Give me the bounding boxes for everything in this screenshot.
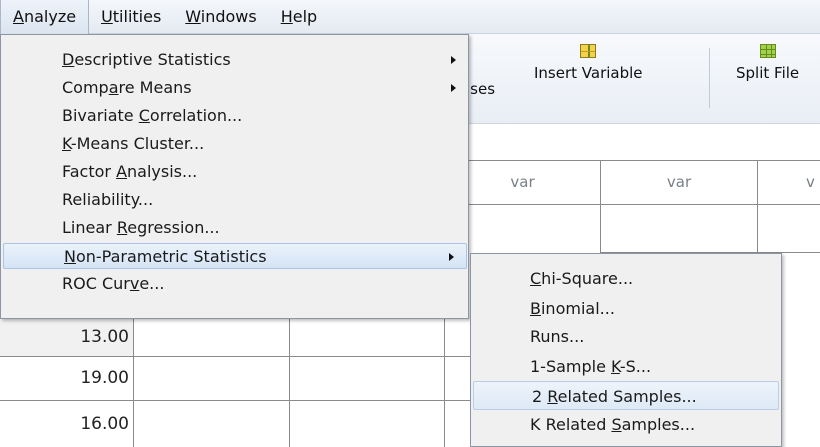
menu-item-accel: A [116, 162, 128, 181]
menu-item-text: Bivariate [62, 106, 139, 125]
menu-item-accel: C [530, 269, 542, 288]
menu-windows-label: indows [200, 6, 257, 26]
menu-item-accel: B [530, 299, 541, 318]
menu-help[interactable]: Help [269, 0, 329, 34]
toolbar-separator [709, 48, 710, 108]
menu-item-text: re Means [118, 78, 192, 97]
grid-line [289, 318, 290, 447]
menu-windows-accel: W [185, 6, 201, 26]
menu-utilities-accel: U [101, 6, 113, 26]
insert-variable-icon [580, 44, 597, 58]
column-header-label: var [666, 173, 692, 191]
analyze-menu: Descriptive Statistics Compare Means Biv… [0, 34, 469, 319]
menu-item-text: K Related [530, 415, 612, 434]
menu-item-text: Linear [62, 218, 117, 237]
column-header-var-2[interactable]: var [600, 160, 757, 204]
menu-item-accel: N [64, 247, 76, 266]
submenu-item-runs[interactable]: Runs... [472, 322, 780, 351]
grid-line [757, 204, 758, 254]
menu-utilities[interactable]: Utilities [89, 0, 173, 34]
menu-item-text: orrelation... [149, 106, 243, 125]
insert-variable-label: Insert Variable [534, 64, 643, 82]
submenu-item-k-related-samples[interactable]: K Related Samples... [472, 410, 780, 439]
grid-line [444, 204, 820, 205]
submenu-item-binomial[interactable]: Binomial... [472, 294, 780, 323]
menu-item-accel: C [138, 106, 150, 125]
menu-analyze[interactable]: Analyze [0, 0, 90, 34]
menu-windows[interactable]: Windows [173, 0, 268, 34]
menu-item-text: 1-Sample [530, 357, 612, 376]
menubar: Analyze Utilities Windows Help [0, 0, 820, 34]
menu-item-accel: K [62, 134, 71, 153]
menu-help-accel: H [280, 6, 293, 26]
menu-analyze-label: nalyze [23, 7, 77, 26]
menu-item-text: on-Parametric Statistics [75, 247, 267, 266]
menu-item-accel: R [547, 387, 558, 406]
menu-item-text: -S... [619, 357, 652, 376]
row-value: 16.00 [80, 414, 129, 434]
grid-line [133, 318, 134, 447]
menu-item-text: ROC Cur [62, 274, 130, 293]
menu-item-text: amples... [621, 415, 696, 434]
menu-item-linear-regression[interactable]: Linear Regression... [2, 215, 468, 241]
column-header-label: var [510, 173, 535, 191]
menu-item-text: -Means Cluster... [70, 134, 205, 153]
grid-line [444, 318, 445, 447]
menu-item-text: inomial... [540, 299, 615, 318]
split-file-label: Split File [736, 64, 800, 82]
menu-item-accel: R [116, 218, 128, 237]
menu-item-text: egression... [127, 218, 220, 237]
menu-item-reliability[interactable]: Reliability... [2, 187, 468, 213]
submenu-arrow-icon [451, 84, 456, 92]
split-file-button[interactable]: Split File [736, 44, 799, 82]
menu-item-roc-curve[interactable]: ROC Curve... [2, 271, 468, 297]
menu-item-kmeans-cluster[interactable]: K-Means Cluster... [2, 131, 468, 157]
menu-item-factor-analysis[interactable]: Factor Analysis... [2, 159, 468, 185]
toolbar-cases-button[interactable]: ıses [466, 80, 495, 98]
insert-variable-button[interactable]: Insert Variable [534, 44, 643, 82]
menu-item-descriptive-statistics[interactable]: Descriptive Statistics [2, 47, 468, 73]
menu-item-text: elated Samples... [557, 387, 697, 406]
menu-item-accel: S [611, 415, 622, 434]
toolbar-cases-label: ıses [466, 80, 496, 98]
menu-item-text: nalysis... [127, 162, 198, 181]
grid-line [600, 204, 601, 254]
menu-item-text: e... [139, 274, 165, 293]
submenu-item-chi-square[interactable]: Chi-Square... [472, 264, 780, 293]
column-header-label: v [806, 173, 815, 191]
row-value-cell[interactable]: 16.00 [0, 401, 133, 447]
grid-line [444, 160, 820, 161]
column-header-var-3[interactable]: v [757, 160, 820, 204]
menu-item-bivariate-correlation[interactable]: Bivariate Correlation... [2, 103, 468, 129]
menu-item-text: Comp [62, 78, 109, 97]
menu-item-accel: D [62, 50, 75, 69]
menu-item-compare-means[interactable]: Compare Means [2, 75, 468, 101]
menu-help-label: elp [292, 6, 318, 26]
menu-item-accel: v [129, 274, 140, 293]
menu-item-text: hi-Square... [541, 269, 634, 288]
submenu-arrow-icon [449, 253, 454, 261]
menu-item-text: Reliability... [62, 190, 154, 209]
menu-item-accel: K [611, 357, 620, 376]
menu-item-non-parametric-statistics[interactable]: Non-Parametric Statistics [3, 243, 467, 269]
menu-item-accel: a [108, 78, 119, 97]
row-value: 13.00 [80, 327, 129, 347]
menu-item-text: Factor [62, 162, 117, 181]
menu-item-text: escriptive Statistics [74, 50, 231, 69]
submenu-item-1-sample-ks[interactable]: 1-Sample K-S... [472, 352, 780, 381]
row-value-cell[interactable]: 19.00 [0, 357, 133, 400]
non-parametric-submenu: Chi-Square... Binomial... Runs... 1-Samp… [470, 253, 782, 447]
menu-item-text: 2 [532, 387, 548, 406]
row-value: 19.00 [80, 368, 129, 388]
menu-analyze-accel: A [13, 7, 24, 26]
split-file-icon [759, 44, 776, 58]
menu-item-text: Runs... [530, 327, 585, 346]
submenu-item-2-related-samples[interactable]: 2 Related Samples... [473, 381, 779, 410]
row-value-cell[interactable]: 13.00 [0, 318, 133, 356]
menu-utilities-label: tilities [112, 6, 162, 26]
submenu-arrow-icon [451, 56, 456, 64]
